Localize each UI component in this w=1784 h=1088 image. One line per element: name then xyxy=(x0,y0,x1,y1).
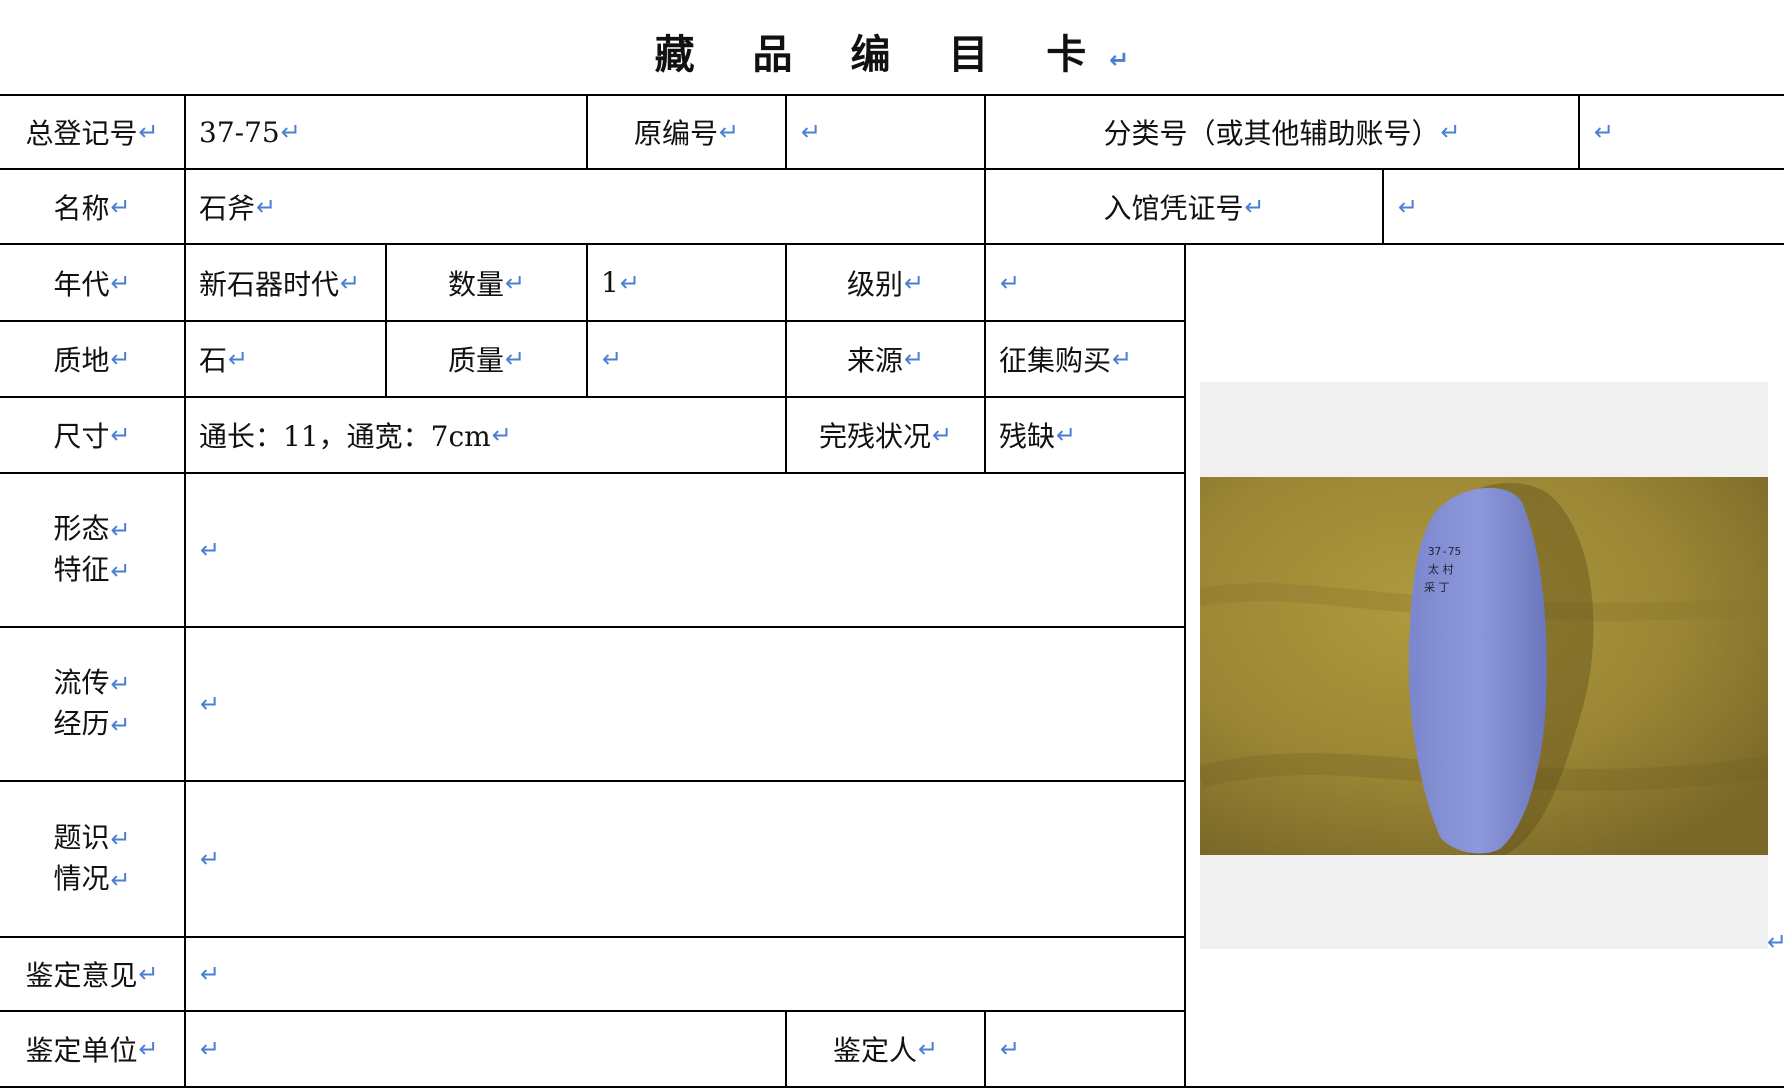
return-icon: ↵ xyxy=(200,845,221,873)
opinion-value[interactable]: ↵ xyxy=(186,938,1184,1010)
size-value[interactable]: 通长：11，通宽：7cm ↵ xyxy=(186,398,785,472)
return-icon: ↵ xyxy=(931,421,953,449)
material-value[interactable]: 石 ↵ xyxy=(186,322,385,396)
return-icon: ↵ xyxy=(602,345,623,373)
return-icon: ↵ xyxy=(1112,345,1133,373)
return-icon: ↵ xyxy=(138,118,159,146)
grade-label: 级别 ↵ xyxy=(846,267,925,301)
appraiser-label: 鉴定人 ↵ xyxy=(832,1034,939,1067)
era-value[interactable]: 新石器时代 ↵ xyxy=(186,245,385,320)
era-label: 年代 ↵ xyxy=(53,267,131,301)
return-icon: ↵ xyxy=(718,118,740,146)
name-value[interactable]: 石斧 ↵ xyxy=(186,170,984,243)
grade-value[interactable]: ↵ xyxy=(986,245,1184,320)
return-icon: ↵ xyxy=(228,345,249,373)
return-icon: ↵ xyxy=(138,1035,159,1063)
return-icon: ↵ xyxy=(280,118,301,146)
return-icon: ↵ xyxy=(1398,192,1419,221)
orig-no-label: 原编号 ↵ xyxy=(633,117,740,150)
return-icon: ↵ xyxy=(110,516,131,544)
quantity-value[interactable]: 1 ↵ xyxy=(588,245,785,320)
class-no-label: 分类号（或其他辅助账号） ↵ xyxy=(1103,117,1461,150)
material-label: 质地 ↵ xyxy=(53,344,131,377)
condition-value[interactable]: 残缺 ↵ xyxy=(986,398,1184,472)
return-icon: ↵ xyxy=(200,960,221,988)
reg-no-label: 总登记号 ↵ xyxy=(25,117,159,150)
return-icon: ↵ xyxy=(110,866,131,894)
quantity-label: 数量 ↵ xyxy=(447,267,526,301)
name-label: 名称 ↵ xyxy=(53,191,131,225)
return-icon: ↵ xyxy=(1000,1035,1021,1063)
artifact-photo: 37-75 太 村 采 丁 xyxy=(1200,477,1768,855)
voucher-no-value[interactable]: ↵ xyxy=(1384,170,1784,243)
source-value[interactable]: 征集购买 ↵ xyxy=(986,322,1184,396)
return-icon: ↵ xyxy=(110,670,131,698)
form-value[interactable]: ↵ xyxy=(186,474,1184,626)
unit-value[interactable]: ↵ xyxy=(186,1012,785,1086)
source-label: 来源 ↵ xyxy=(846,344,925,377)
stone-axe-photo: 37-75 太 村 采 丁 xyxy=(1200,477,1768,855)
form-label: 形态↵ 特征↵ xyxy=(53,512,131,586)
inscription-value[interactable]: ↵ xyxy=(186,782,1184,936)
photo-label-3: 采 丁 xyxy=(1424,581,1450,594)
history-value[interactable]: ↵ xyxy=(186,628,1184,780)
appraiser-value[interactable]: ↵ xyxy=(986,1012,1184,1086)
condition-label: 完残状况 ↵ xyxy=(818,420,953,453)
history-label: 流传↵ 经历↵ xyxy=(53,666,131,740)
return-icon: ↵ xyxy=(200,690,221,718)
return-icon: ↵ xyxy=(903,345,925,373)
return-icon: ↵ xyxy=(903,268,925,297)
unit-label: 鉴定单位 ↵ xyxy=(25,1034,159,1067)
return-icon: ↵ xyxy=(110,345,131,373)
return-icon: ↵ xyxy=(1109,46,1130,74)
mass-label: 质量 ↵ xyxy=(447,344,526,377)
return-icon: ↵ xyxy=(1056,421,1077,449)
return-icon: ↵ xyxy=(256,192,277,221)
size-label: 尺寸 ↵ xyxy=(53,420,131,453)
return-icon: ↵ xyxy=(110,711,131,739)
return-icon: ↵ xyxy=(200,1035,221,1063)
return-icon: ↵ xyxy=(619,268,640,297)
return-icon: ↵ xyxy=(1000,268,1021,297)
return-icon: ↵ xyxy=(1440,118,1461,146)
return-icon: ↵ xyxy=(138,960,159,988)
opinion-label: 鉴定意见 ↵ xyxy=(25,959,159,992)
photo-label-2: 太 村 xyxy=(1428,562,1454,576)
table-border xyxy=(1184,243,1186,1088)
return-icon: ↵ xyxy=(110,268,131,297)
return-icon: ↵ xyxy=(110,557,131,585)
return-icon: ↵ xyxy=(504,345,526,373)
return-icon: ↵ xyxy=(801,118,822,146)
class-no-value[interactable]: ↵ xyxy=(1580,96,1784,168)
return-icon: ↵ xyxy=(110,825,131,853)
return-icon: ↵ xyxy=(110,421,131,449)
return-icon: ↵ xyxy=(110,192,131,221)
mass-value[interactable]: ↵ xyxy=(588,322,785,396)
photo-label-1: 37-75 xyxy=(1428,545,1461,558)
return-icon: ↵ xyxy=(504,268,526,297)
inscription-label: 题识↵ 情况↵ xyxy=(53,821,131,895)
card-title-text: 藏 品 编 目 卡 xyxy=(654,32,1109,78)
return-icon: ↵ xyxy=(340,268,361,297)
reg-no-value[interactable]: 37-75 ↵ xyxy=(186,96,586,168)
return-icon: ↵ xyxy=(917,1035,939,1063)
card-title: 藏 品 编 目 卡↵ xyxy=(0,22,1784,80)
orig-no-value[interactable]: ↵ xyxy=(787,96,984,168)
return-icon: ↵ xyxy=(1244,192,1265,221)
return-icon: ↵ xyxy=(491,421,512,449)
return-icon: ↵ xyxy=(1767,928,1784,956)
return-icon: ↵ xyxy=(200,536,221,564)
return-icon: ↵ xyxy=(1594,118,1615,146)
voucher-no-label: 入馆凭证号 ↵ xyxy=(1103,191,1265,225)
